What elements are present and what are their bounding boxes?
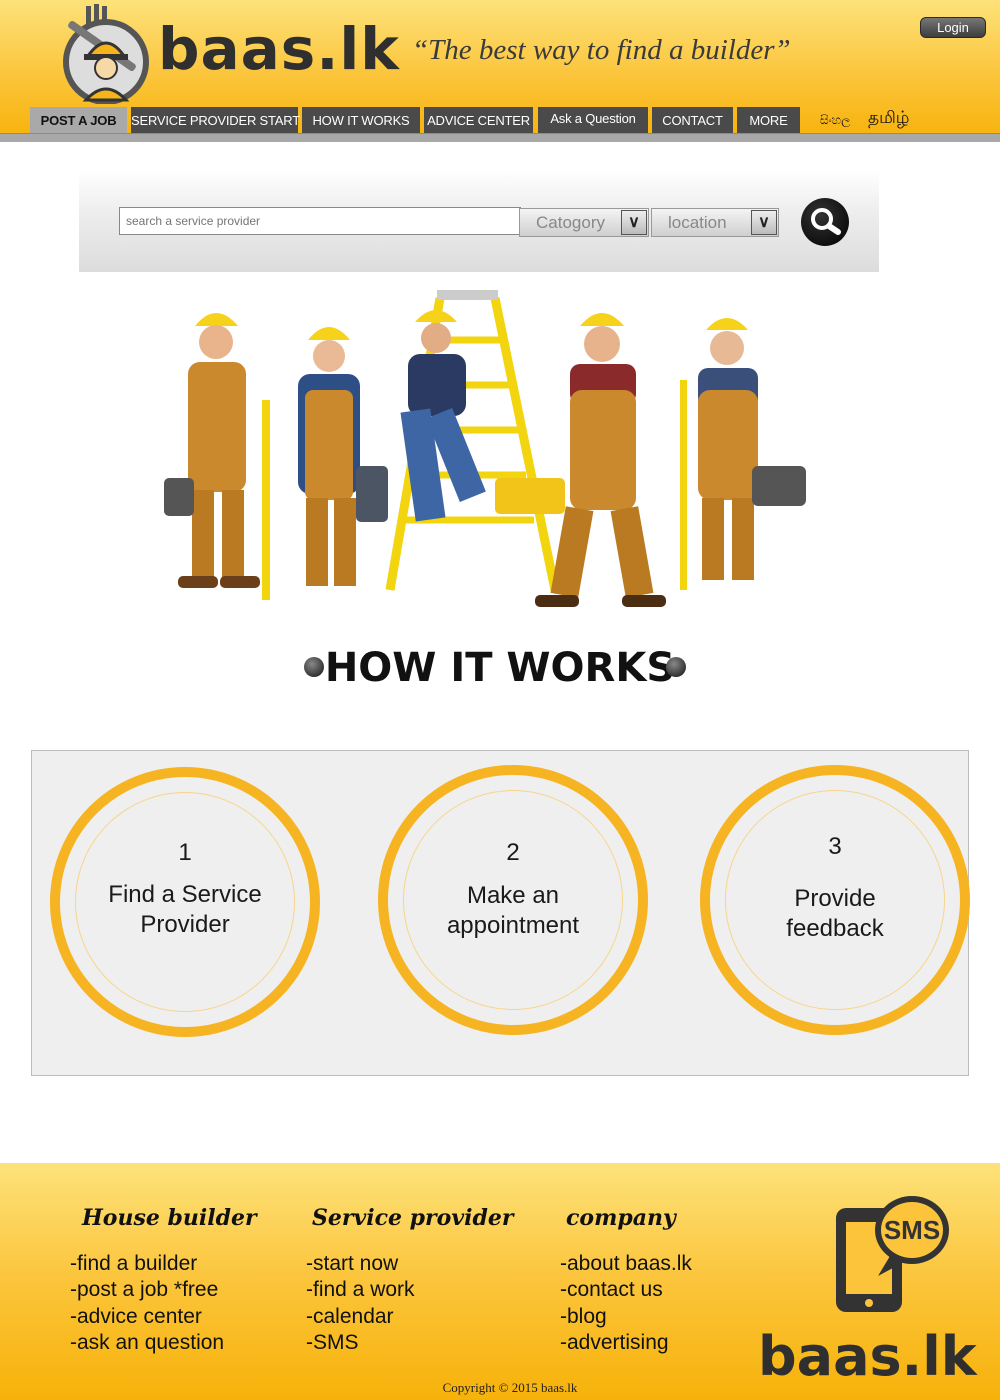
step-text-line1: Provide	[794, 885, 876, 912]
search-button[interactable]	[801, 198, 849, 246]
search-icon	[811, 208, 841, 235]
steps-panel: 1 Find a Service Provider 2 Make an appo…	[31, 750, 970, 1076]
header: baas.lk “The best way to find a builder”…	[0, 0, 1000, 140]
workers-illustration	[164, 290, 806, 607]
copyright: Copyright © 2015 baas.lk	[442, 1380, 578, 1395]
sms-label: SMS	[884, 1215, 940, 1245]
step-1-circle: 1 Find a Service Provider	[50, 767, 320, 1037]
step-number: 2	[506, 839, 520, 866]
builder-logo-icon[interactable]	[54, 4, 154, 104]
search-input[interactable]	[119, 207, 521, 235]
step-number: 1	[178, 839, 192, 866]
step-text-line2: Provider	[140, 911, 230, 938]
footer-link[interactable]: -ask an question	[70, 1331, 224, 1355]
tagline: “The best way to find a builder”	[412, 34, 791, 66]
header-divider	[0, 133, 1000, 142]
footer-link[interactable]: -calendar	[306, 1305, 394, 1329]
footer-link[interactable]: -post a job *free	[70, 1278, 218, 1302]
brand-name[interactable]: baas.lk	[158, 20, 400, 78]
worker-figure	[164, 313, 270, 600]
step-number: 3	[828, 833, 842, 860]
bullet-icon	[666, 657, 686, 677]
nav-service-provider-start[interactable]: SERVICE PROVIDER START	[131, 107, 300, 134]
how-it-works-title: HOW IT WORKS	[324, 645, 676, 691]
footer-title-company: company	[566, 1205, 676, 1231]
worker-figure	[298, 327, 388, 586]
nav-more[interactable]: MORE	[737, 107, 800, 134]
footer-link[interactable]: -blog	[560, 1305, 607, 1329]
chevron-down-icon[interactable]: ∨	[621, 210, 647, 235]
location-select[interactable]: location ∨	[651, 208, 779, 237]
worker-figure	[535, 313, 666, 607]
nav-ask-a-question[interactable]: Ask a Question	[538, 107, 648, 134]
category-value: Catogory	[536, 213, 605, 232]
chevron-down-icon[interactable]: ∨	[751, 210, 777, 235]
footer-link[interactable]: -SMS	[306, 1331, 359, 1355]
footer-brand[interactable]: baas.lk	[758, 1330, 977, 1384]
step-2-circle: 2 Make an appointment	[378, 765, 648, 1035]
footer-link[interactable]: -about baas.lk	[560, 1252, 692, 1276]
nav-post-a-job[interactable]: POST A JOB	[30, 107, 127, 134]
lang-sinhala[interactable]: සිංහල	[820, 113, 850, 128]
nav-how-it-works[interactable]: HOW IT WORKS	[302, 107, 420, 134]
sms-phone-icon[interactable]: SMS	[834, 1192, 950, 1314]
footer-title-service-provider: Service provider	[312, 1205, 514, 1231]
footer-link[interactable]: -start now	[306, 1252, 398, 1276]
step-3-circle: 3 Provide feedback	[700, 765, 970, 1035]
footer-link[interactable]: -advice center	[70, 1305, 202, 1329]
step-text-line2: feedback	[786, 915, 884, 942]
step-text-line2: appointment	[446, 912, 580, 939]
category-select[interactable]: Catogory ∨	[519, 208, 649, 237]
footer-link[interactable]: -contact us	[560, 1278, 663, 1302]
nav-advice-center[interactable]: ADVICE CENTER	[424, 107, 533, 134]
footer-link[interactable]: -advertising	[560, 1331, 669, 1355]
login-button[interactable]: Login	[920, 17, 986, 38]
step-text-line1: Find a Service	[108, 881, 262, 908]
step-text-line1: Make an	[466, 882, 560, 909]
location-value: location	[668, 213, 727, 232]
nav-contact[interactable]: CONTACT	[652, 107, 733, 134]
footer-title-house-builder: House builder	[82, 1205, 257, 1231]
worker-figure	[680, 318, 806, 590]
lang-tamil[interactable]: தமிழ்	[868, 108, 910, 130]
footer-link[interactable]: -find a builder	[70, 1252, 197, 1276]
footer-link[interactable]: -find a work	[306, 1278, 415, 1302]
search-panel: Catogory ∨ location ∨	[79, 170, 879, 272]
